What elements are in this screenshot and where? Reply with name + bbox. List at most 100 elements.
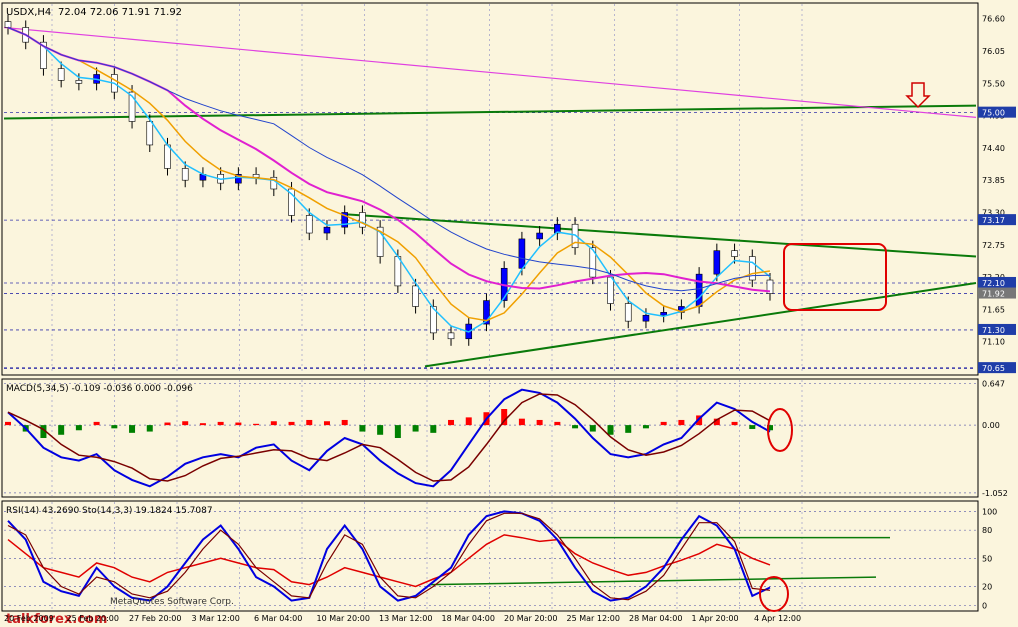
- macd-bar: [625, 425, 632, 433]
- macd-bar: [572, 425, 579, 429]
- y-tick-label: 0.647: [982, 379, 1005, 388]
- macd-bar: [642, 425, 649, 429]
- y-tick-label: 20: [982, 583, 992, 592]
- macd-bar: [111, 425, 118, 429]
- candle: [57, 68, 65, 81]
- candle: [731, 250, 738, 257]
- macd-bar: [678, 419, 685, 426]
- candle: [75, 80, 83, 84]
- price-title: USDX,H4: [6, 7, 51, 18]
- candle: [518, 238, 526, 269]
- macd-bar: [536, 419, 543, 426]
- candle: [607, 276, 614, 304]
- macd-bar: [323, 421, 330, 426]
- y-tick-label: 50: [982, 554, 992, 563]
- macd-bar: [430, 425, 437, 433]
- macd-bar: [306, 419, 313, 426]
- macd-bar: [217, 421, 224, 426]
- macd-bar: [199, 423, 206, 426]
- y-tick-label: 76.60: [982, 15, 1005, 24]
- macd-bar: [518, 418, 525, 426]
- macd-title: MACD(5,34,5) -0.109 -0.036 0.000 -0.096: [6, 384, 193, 394]
- x-tick-label: 25 Mar 12:00: [567, 614, 620, 623]
- y-tick-label: 80: [982, 526, 992, 535]
- candle: [394, 256, 402, 287]
- x-tick-label: 25 Feb 20:00: [67, 614, 119, 623]
- macd-bar: [731, 421, 738, 426]
- price-label: 72.10: [982, 279, 1005, 288]
- chart-canvas: USDX,H4 72.04 72.06 71.91 71.92 MACD(5,3…: [0, 0, 1018, 627]
- candle: [695, 273, 703, 307]
- ohlc-header: 72.04 72.06 71.91 71.92: [58, 7, 182, 18]
- macd-bar: [235, 422, 242, 426]
- y-tick-label: 75.50: [982, 79, 1005, 88]
- macd-bar: [182, 421, 189, 426]
- price-label: 71.92: [982, 290, 1005, 299]
- candle: [146, 121, 154, 146]
- macd-bar: [589, 425, 596, 432]
- price-label: 75.00: [982, 109, 1005, 118]
- macd-bar: [749, 425, 756, 429]
- candle: [660, 312, 667, 316]
- y-tick-label: 0: [982, 601, 987, 610]
- copyright: MetaQuotes Software Corp.: [110, 597, 234, 607]
- candle: [252, 174, 260, 178]
- y-tick-label: 100: [982, 507, 997, 516]
- price-label: 73.17: [982, 216, 1005, 225]
- macd-bar: [93, 421, 100, 426]
- macd-bar: [58, 425, 65, 435]
- y-tick-label: 76.05: [982, 47, 1005, 56]
- candle: [642, 314, 650, 322]
- y-tick-label: 72.75: [982, 241, 1005, 250]
- y-tick-label: 73.85: [982, 176, 1005, 185]
- x-tick-label: 10 Mar 20:00: [317, 614, 370, 623]
- candle: [447, 332, 455, 340]
- candle: [624, 303, 632, 322]
- x-tick-label: 13 Mar 12:00: [379, 614, 432, 623]
- candle: [164, 144, 171, 169]
- candle: [713, 250, 721, 275]
- x-tick-label: 4 Apr 12:00: [754, 614, 801, 623]
- macd-bar: [288, 421, 295, 426]
- y-tick-label: -1.052: [982, 489, 1008, 498]
- x-tick-label: 20 Mar 20:00: [504, 614, 557, 623]
- macd-bar: [394, 425, 401, 438]
- macd-bar: [341, 419, 348, 426]
- macd-bar: [607, 425, 614, 435]
- macd-bar: [146, 425, 153, 432]
- macd-bar: [448, 419, 455, 426]
- y-tick-label: 74.40: [982, 144, 1005, 153]
- y-tick-label: 0.00: [982, 421, 1000, 430]
- macd-bar: [164, 422, 171, 426]
- macd-bar: [465, 417, 472, 426]
- candle: [359, 212, 366, 228]
- candle: [536, 232, 543, 240]
- y-tick-label: 71.65: [982, 305, 1005, 314]
- price-label: 70.65: [982, 364, 1005, 373]
- macd-bar: [5, 421, 11, 426]
- x-tick-label: 27 Feb 20:00: [129, 614, 181, 623]
- x-tick-label: 28 Mar 04:00: [629, 614, 682, 623]
- macd-bar: [75, 425, 82, 431]
- macd-bar: [253, 423, 260, 426]
- macd-bar: [554, 421, 561, 426]
- x-tick-label: 1 Apr 20:00: [692, 614, 739, 623]
- macd-bar: [660, 421, 667, 426]
- candle: [323, 226, 331, 234]
- y-tick-label: 71.10: [982, 338, 1005, 347]
- rsi-title: RSI(14) 43.2690 Sto(14,3,3) 19.1824 15.7…: [6, 506, 213, 516]
- candle: [4, 21, 12, 28]
- candle: [181, 168, 189, 181]
- candle: [412, 285, 419, 307]
- candle: [748, 256, 756, 281]
- candle: [305, 215, 313, 234]
- x-tick-label: 18 Mar 04:00: [442, 614, 495, 623]
- x-tick-label: 6 Mar 04:00: [254, 614, 302, 623]
- x-tick-label: 3 Mar 12:00: [192, 614, 240, 623]
- x-tick-label: 20 Feb 2009: [4, 614, 54, 623]
- macd-bar: [359, 425, 366, 432]
- macd-bar: [270, 421, 277, 426]
- macd-bar: [377, 425, 384, 435]
- macd-bar: [129, 425, 136, 433]
- price-label: 71.30: [982, 326, 1005, 335]
